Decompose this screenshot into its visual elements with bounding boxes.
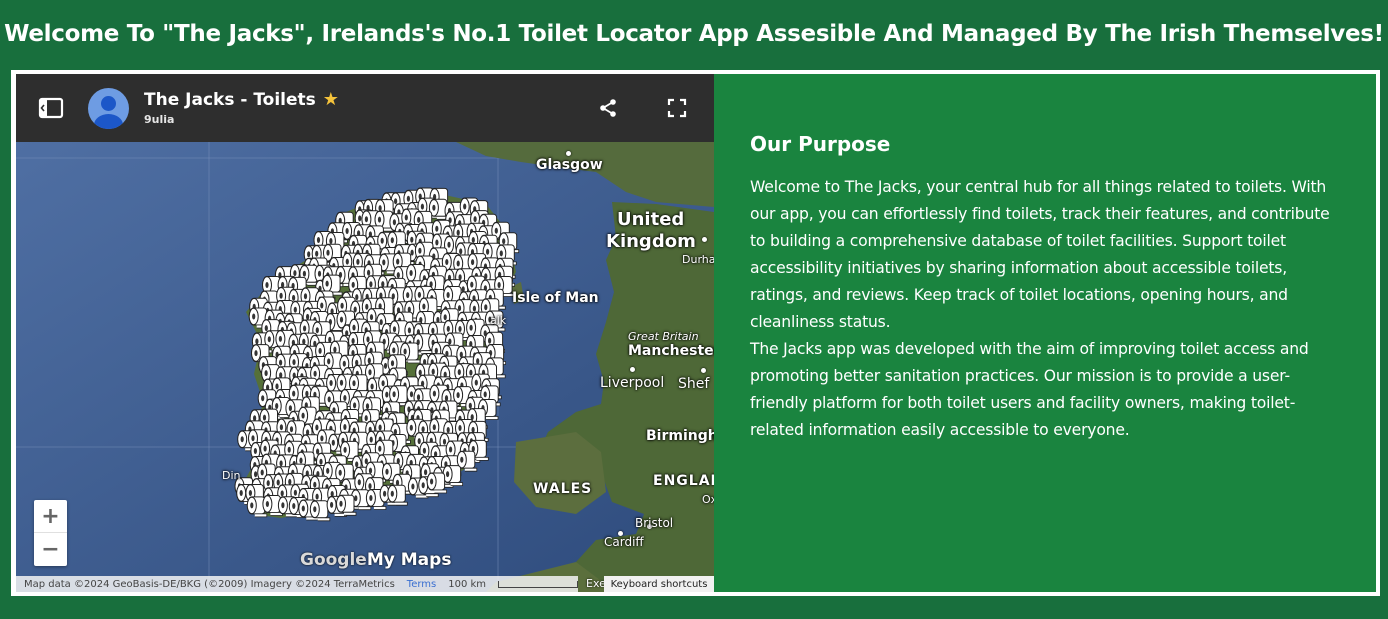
label-glasgow: Glasgow [536,157,603,173]
logo-mymaps: My Maps [366,550,452,570]
toilet-roll-icon[interactable] [442,465,464,487]
label-manchester: Manchester [628,343,714,359]
explore-label: Exe [586,577,606,590]
label-england: ENGLAN [653,473,714,489]
zoom-out-button[interactable]: − [34,533,67,566]
map-embed[interactable]: The Jacks - Toilets ★ 9ulia Glasgow Unit… [16,74,714,592]
label-liverpool: Liverpool [600,375,665,391]
map-attribution-bar: Map data ©2024 GeoBasis-DE/BKG (©2009) I… [16,576,578,592]
label-dingle: Din [222,469,241,482]
legend-toggle-icon[interactable] [38,97,64,119]
label-birmingham: Birmingha [646,428,714,444]
purpose-paragraph-2: The Jacks app was developed with the aim… [750,340,1309,439]
terms-link[interactable]: Terms [407,579,436,590]
star-icon: ★ [322,89,339,110]
share-icon[interactable] [598,98,618,118]
scale-label: 100 km [448,578,487,590]
label-oxford: Ox [702,493,714,506]
label-united: United [617,209,685,230]
purpose-heading: Our Purpose [750,132,891,156]
page-header: Welcome To "The Jacks", Irelands's No.1 … [0,0,1388,68]
label-sheffield: Shef [678,376,710,392]
map-background [16,142,714,592]
label-durham: Durha [682,253,714,266]
avatar[interactable] [88,88,129,129]
purpose-paragraph-1: Welcome to The Jacks, your central hub f… [750,178,1330,331]
logo-google: Google [300,550,367,570]
toilet-roll-icon[interactable] [426,472,448,494]
label-bristol: Bristol [635,516,674,530]
label-dundalk: alk [490,314,507,327]
map-attribution: Map data ©2024 GeoBasis-DE/BKG (©2009) I… [24,578,395,590]
content-frame: The Jacks - Toilets ★ 9ulia Glasgow Unit… [11,70,1380,596]
google-my-maps-logo: GoogleMy Maps [300,550,451,570]
label-kingdom: Kingdom [606,231,696,252]
toilet-roll-icon[interactable] [336,494,357,516]
page-title: Welcome To "The Jacks", Irelands's No.1 … [4,21,1384,47]
keyboard-shortcuts-button[interactable]: Keyboard shortcuts [604,576,714,592]
map-title-text: The Jacks - Toilets [144,89,316,110]
map-owner: 9ulia [144,113,175,126]
label-wales: WALES [533,481,593,497]
label-cardiff: Cardiff [604,535,644,549]
label-great-britain: Great Britain [628,330,699,343]
zoom-controls: + − [34,500,67,566]
purpose-panel: Our Purpose Welcome to The Jacks, your c… [714,74,1376,592]
zoom-in-button[interactable]: + [34,500,67,533]
map-canvas[interactable]: Glasgow United Kingdom Durha Isle of Man… [16,142,714,592]
label-isle-of-man: Isle of Man [512,290,599,306]
toilet-roll-icon[interactable] [387,484,408,506]
fullscreen-icon[interactable] [667,98,687,118]
scale-bar [498,580,578,588]
map-title: The Jacks - Toilets ★ [144,89,339,110]
map-topbar: The Jacks - Toilets ★ 9ulia [16,74,714,142]
